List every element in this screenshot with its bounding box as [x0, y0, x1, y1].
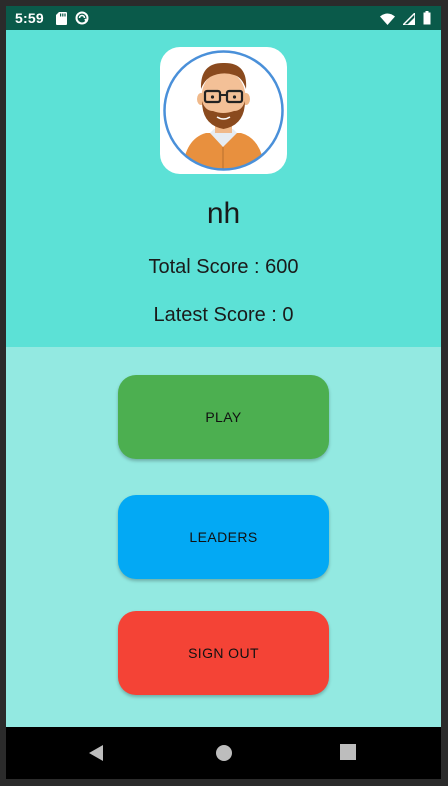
total-score: Total Score : 600	[148, 256, 299, 278]
sign-out-button[interactable]: SIGN OUT	[118, 611, 329, 695]
actions-panel: PLAY LEADERS SIGN OUT	[6, 347, 441, 727]
battery-icon	[423, 11, 431, 30]
latest-score: Latest Score : 0	[153, 304, 294, 326]
wifi-icon	[380, 12, 395, 30]
home-icon[interactable]	[215, 744, 233, 767]
sync-icon	[75, 11, 89, 30]
avatar	[160, 47, 287, 174]
username: nh	[206, 197, 241, 230]
device-screen: 5:59 nh Total Score: 600 Latest Score:…	[6, 6, 441, 779]
sd-card-icon	[56, 11, 67, 30]
recents-icon[interactable]	[340, 744, 356, 765]
status-time: 5:59	[15, 10, 44, 26]
avatar-icon	[163, 50, 284, 171]
profile-header: nh Total Score : 600 Latest Score : 0	[6, 30, 441, 347]
leaders-button[interactable]: LEADERS	[118, 495, 329, 579]
status-right-icons	[380, 10, 431, 30]
cellular-signal-icon	[401, 10, 416, 30]
navigation-bar	[6, 727, 441, 779]
status-left-icons	[56, 11, 89, 30]
status-bar: 5:59	[6, 6, 441, 30]
back-icon[interactable]	[88, 744, 104, 767]
play-button[interactable]: PLAY	[118, 375, 329, 459]
